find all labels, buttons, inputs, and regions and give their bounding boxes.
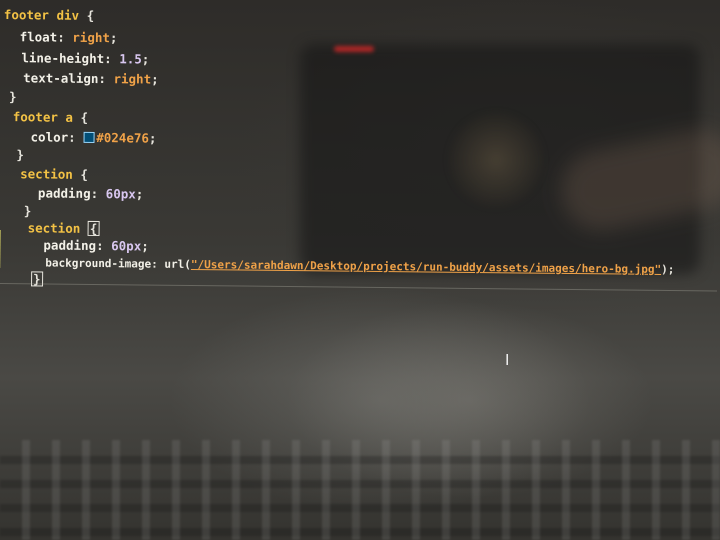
code-line[interactable]: color: #024e76;: [30, 128, 156, 148]
code-line[interactable]: footer a {: [13, 108, 88, 128]
code-line[interactable]: line-height: 1.5;: [21, 49, 149, 69]
color-swatch-icon: [83, 131, 95, 143]
css-property: line-height: [21, 50, 105, 67]
css-selector: footer a: [12, 109, 74, 125]
modified-line-marker: [0, 229, 1, 269]
css-selector: section: [27, 220, 81, 236]
close-brace: }: [8, 89, 17, 105]
open-brace: {: [72, 109, 89, 125]
code-line[interactable]: padding: 60px;: [43, 236, 149, 256]
css-function: url(: [164, 257, 192, 272]
css-value: 60px: [105, 186, 136, 202]
css-value: 60px: [111, 238, 142, 254]
code-line[interactable]: }: [9, 88, 17, 107]
code-line[interactable]: float: right;: [20, 28, 118, 48]
code-line[interactable]: section {: [20, 165, 88, 185]
css-property: padding: [43, 237, 97, 254]
css-property: text-align: [23, 70, 99, 87]
code-line[interactable]: }: [16, 146, 24, 165]
code-line[interactable]: }: [31, 270, 43, 289]
css-selector: footer div: [3, 7, 80, 23]
css-url-string[interactable]: "/Users/sarahdawn/Desktop/projects/run-b…: [191, 258, 661, 276]
open-brace: {: [87, 220, 100, 237]
code-line[interactable]: footer div {: [4, 6, 95, 26]
css-value: right: [72, 29, 111, 46]
photo-of-screen: footer div { float: right; line-height: …: [0, 0, 720, 540]
css-value: right: [113, 71, 152, 87]
open-brace: {: [72, 166, 89, 182]
css-selector: section: [20, 166, 73, 182]
css-property: background-image: [45, 256, 152, 271]
keyboard-reflection: [0, 440, 720, 540]
i-beam-cursor-icon: I: [505, 351, 510, 369]
css-property: float: [19, 29, 58, 45]
css-function-end: );: [661, 262, 675, 277]
close-brace: }: [23, 203, 32, 219]
code-line[interactable]: background-image: url("/Users/sarahdawn/…: [45, 254, 674, 280]
css-value: 1.5: [119, 51, 142, 67]
code-line[interactable]: text-align: right;: [23, 69, 159, 89]
code-editor[interactable]: footer div { float: right; line-height: …: [0, 0, 720, 293]
code-line[interactable]: padding: 60px;: [38, 184, 144, 204]
css-property: color: [30, 129, 69, 145]
open-brace: {: [79, 7, 95, 23]
close-brace: }: [16, 147, 24, 163]
css-value: #024e76: [96, 130, 150, 146]
css-property: padding: [37, 185, 91, 201]
